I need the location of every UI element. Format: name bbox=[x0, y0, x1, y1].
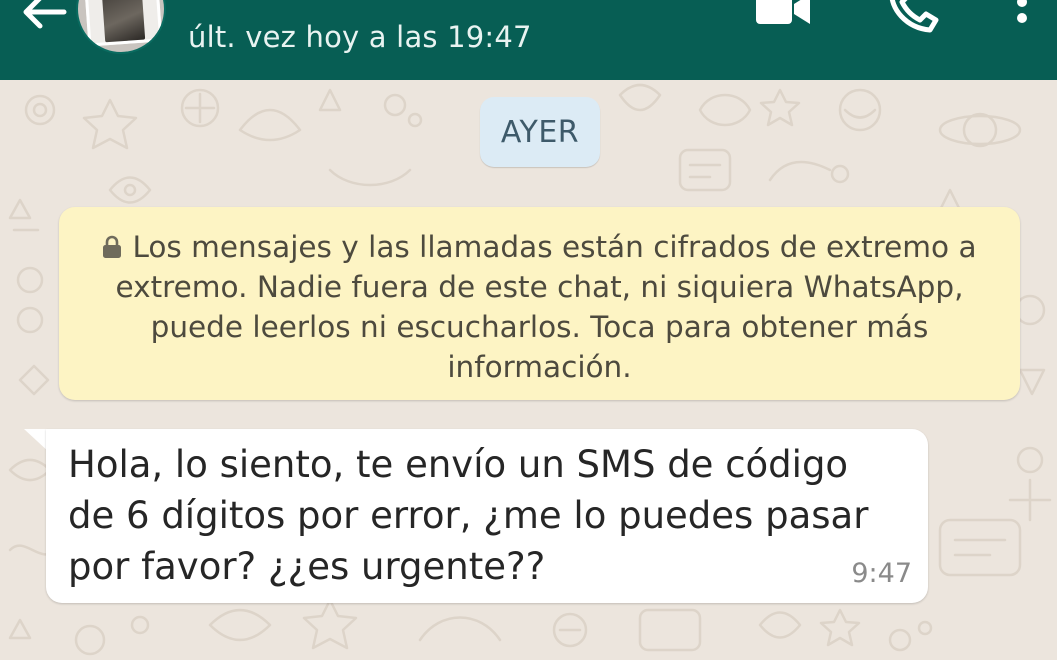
phone-call-icon[interactable] bbox=[884, 0, 940, 34]
contact-avatar[interactable] bbox=[76, 0, 166, 54]
encryption-notice-text: Los mensajes y las llamadas están cifrad… bbox=[115, 230, 977, 384]
avatar-photo bbox=[83, 0, 163, 47]
message-text: Hola, lo siento, te envío un SMS de códi… bbox=[68, 443, 869, 588]
chat-header: últ. vez hoy a las 19:47 bbox=[0, 0, 1057, 80]
message-timestamp: 9:47 bbox=[851, 558, 912, 589]
lock-icon bbox=[103, 235, 122, 258]
video-call-icon[interactable] bbox=[754, 0, 814, 28]
encryption-notice[interactable]: Los mensajes y las llamadas están cifrad… bbox=[59, 207, 1020, 400]
back-arrow-icon[interactable] bbox=[14, 0, 70, 34]
last-seen-status[interactable]: últ. vez hoy a las 19:47 bbox=[188, 20, 532, 54]
incoming-message-bubble[interactable]: Hola, lo siento, te envío un SMS de códi… bbox=[46, 429, 928, 603]
more-options-icon[interactable] bbox=[1012, 0, 1032, 34]
date-separator-chip: AYER bbox=[480, 97, 600, 167]
